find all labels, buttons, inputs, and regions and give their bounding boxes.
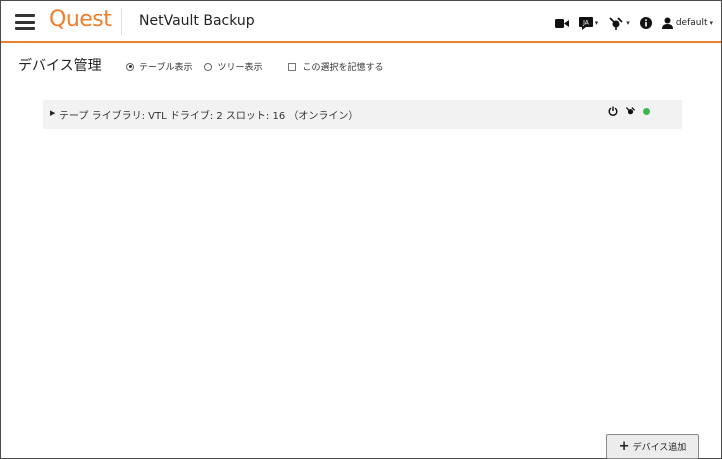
user-label: default: [675, 18, 708, 28]
info-icon[interactable]: [639, 17, 652, 29]
language-selector[interactable]: JA ▾: [578, 16, 598, 30]
video-icon[interactable]: [554, 18, 569, 29]
table-view-radio[interactable]: テーブル表示: [126, 60, 192, 73]
tree-view-radio[interactable]: ツリー表示: [204, 60, 262, 73]
add-device-button[interactable]: + デバイス追加: [606, 434, 699, 459]
table-view-label: テーブル表示: [139, 63, 193, 73]
device-label: テープ ライブラリ: VTL ドライブ: 2 スロット: 16 （オンライン）: [59, 111, 359, 122]
online-status-dot: [643, 107, 650, 115]
product-name: NetVault Backup: [139, 13, 255, 29]
top-header: Quest NetVault Backup JA ▾ ▾ default ▾: [1, 1, 721, 43]
page-title: デバイス管理: [18, 58, 102, 74]
device-row[interactable]: ▶ テープ ライブラリ: VTL ドライブ: 2 スロット: 16 （オンライン…: [43, 100, 682, 129]
hamburger-menu-icon[interactable]: [15, 14, 35, 30]
remember-selection-checkbox[interactable]: この選択を記憶する: [274, 60, 384, 73]
plugin-icon: [609, 17, 623, 30]
svg-text:JA: JA: [582, 19, 590, 26]
language-icon: JA: [578, 16, 593, 30]
plus-icon: +: [618, 439, 630, 454]
user-icon: [661, 17, 673, 29]
quest-logo: Quest: [49, 7, 112, 32]
plugin-icon[interactable]: [625, 106, 636, 116]
expand-triangle-icon[interactable]: ▶: [50, 109, 55, 117]
tree-view-label: ツリー表示: [217, 63, 263, 73]
radio-selected-icon: [126, 62, 134, 71]
plugin-menu[interactable]: ▾: [608, 16, 630, 30]
view-options: テーブル表示 ツリー表示 この選択を記憶する: [126, 60, 396, 73]
user-menu[interactable]: default ▾: [661, 17, 713, 29]
device-actions: [608, 106, 650, 116]
remember-selection-label: この選択を記憶する: [302, 63, 384, 73]
header-toolbar: JA ▾ ▾ default ▾: [554, 13, 713, 33]
checkbox-icon: [288, 62, 297, 71]
add-device-label: デバイス追加: [632, 443, 687, 453]
radio-empty-icon: [204, 62, 213, 71]
header-divider: [121, 9, 122, 35]
power-icon[interactable]: [608, 106, 618, 116]
